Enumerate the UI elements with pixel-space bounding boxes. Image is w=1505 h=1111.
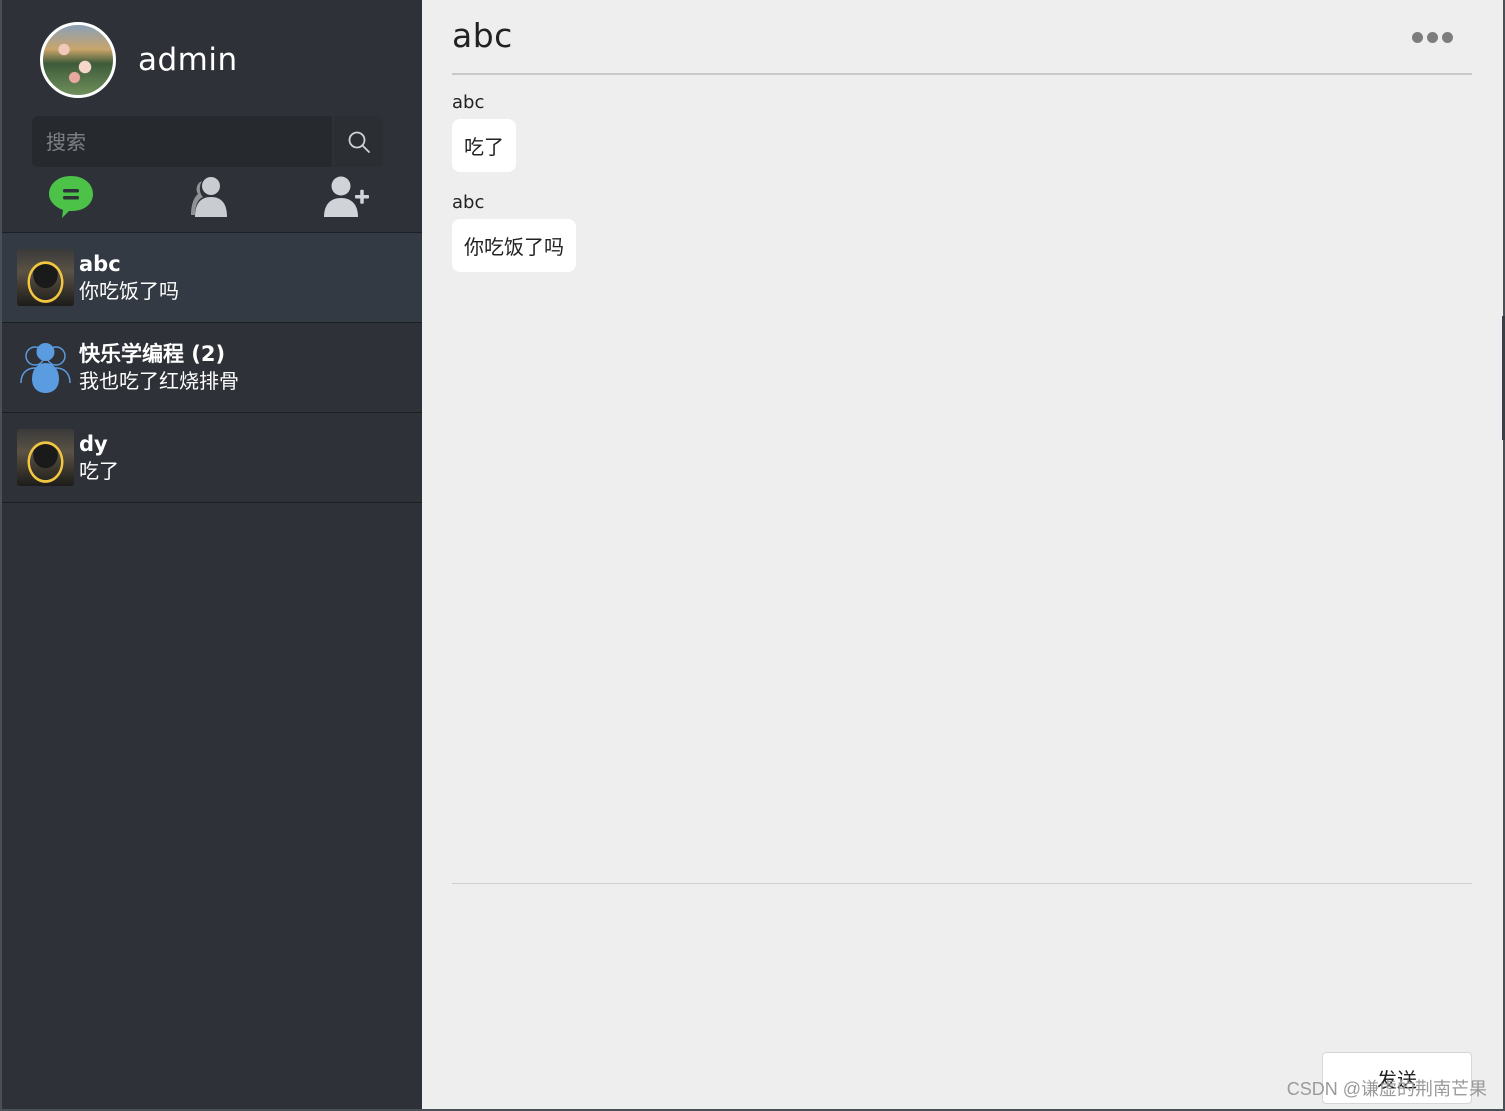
message-sender: abc [452,92,485,113]
add-user-icon [324,176,369,217]
message-bubble: 你吃饭了吗 [452,219,576,272]
conversation-name: dy [79,431,108,456]
search-icon [348,131,370,153]
chat-panel: abc abc 吃了 abc 你吃饭了吗 发送 CSDN @谦虚的荆南芒果 [422,0,1503,1109]
more-dots-icon [1442,31,1453,43]
header-divider [452,73,1472,75]
group-avatar [17,339,74,396]
sidebar: admin 搜索 abc 你吃饭了吗 快乐学编程 (2) 我也吃了红烧排骨 dy… [2,0,422,1109]
user-avatar[interactable] [40,22,116,98]
watermark: CSDN @谦虚的荆南芒果 [1286,1079,1487,1099]
input-divider [452,883,1472,884]
chat-app-window: admin 搜索 abc 你吃饭了吗 快乐学编程 (2) 我也吃了红烧排骨 dy… [2,0,1503,1109]
conversation-last-message: 我也吃了红烧排骨 [79,368,239,393]
message-sender: abc [452,192,485,213]
more-dots-icon [1412,31,1423,43]
conversation-name: 快乐学编程 (2) [79,341,226,366]
conversation-last-message: 吃了 [79,458,119,483]
conversation-avatar [17,429,74,486]
more-dots-icon [1427,31,1438,43]
sidebar-nav [2,172,422,230]
conversation-item[interactable]: 快乐学编程 (2) 我也吃了红烧排骨 [2,323,422,413]
conversation-avatar [17,249,74,306]
contacts-icon [191,177,227,217]
conversation-list: abc 你吃饭了吗 快乐学编程 (2) 我也吃了红烧排骨 dy 吃了 [2,232,422,503]
group-icon [20,343,71,393]
message-bubble: 吃了 [452,119,516,172]
search-button[interactable] [332,116,383,167]
conversation-last-message: 你吃饭了吗 [79,278,179,303]
user-name: admin [138,42,238,78]
chat-bubble-icon [49,176,93,218]
search-input[interactable] [32,116,332,167]
message: abc 吃了 [452,92,1472,172]
message-input[interactable] [452,886,1472,1046]
chat-title: abc [452,16,513,55]
more-options-button[interactable] [1412,28,1456,46]
conversation-item[interactable]: abc 你吃饭了吗 [2,233,422,323]
search-box [32,116,383,167]
nav-chats[interactable] [44,172,98,222]
conversation-item[interactable]: dy 吃了 [2,413,422,503]
nav-contacts[interactable] [182,172,236,222]
user-profile: admin [40,22,238,98]
message-list: abc 吃了 abc 你吃饭了吗 [452,92,1472,292]
nav-add-friend[interactable] [320,172,374,222]
message: abc 你吃饭了吗 [452,192,1472,272]
conversation-name: abc [79,251,121,276]
